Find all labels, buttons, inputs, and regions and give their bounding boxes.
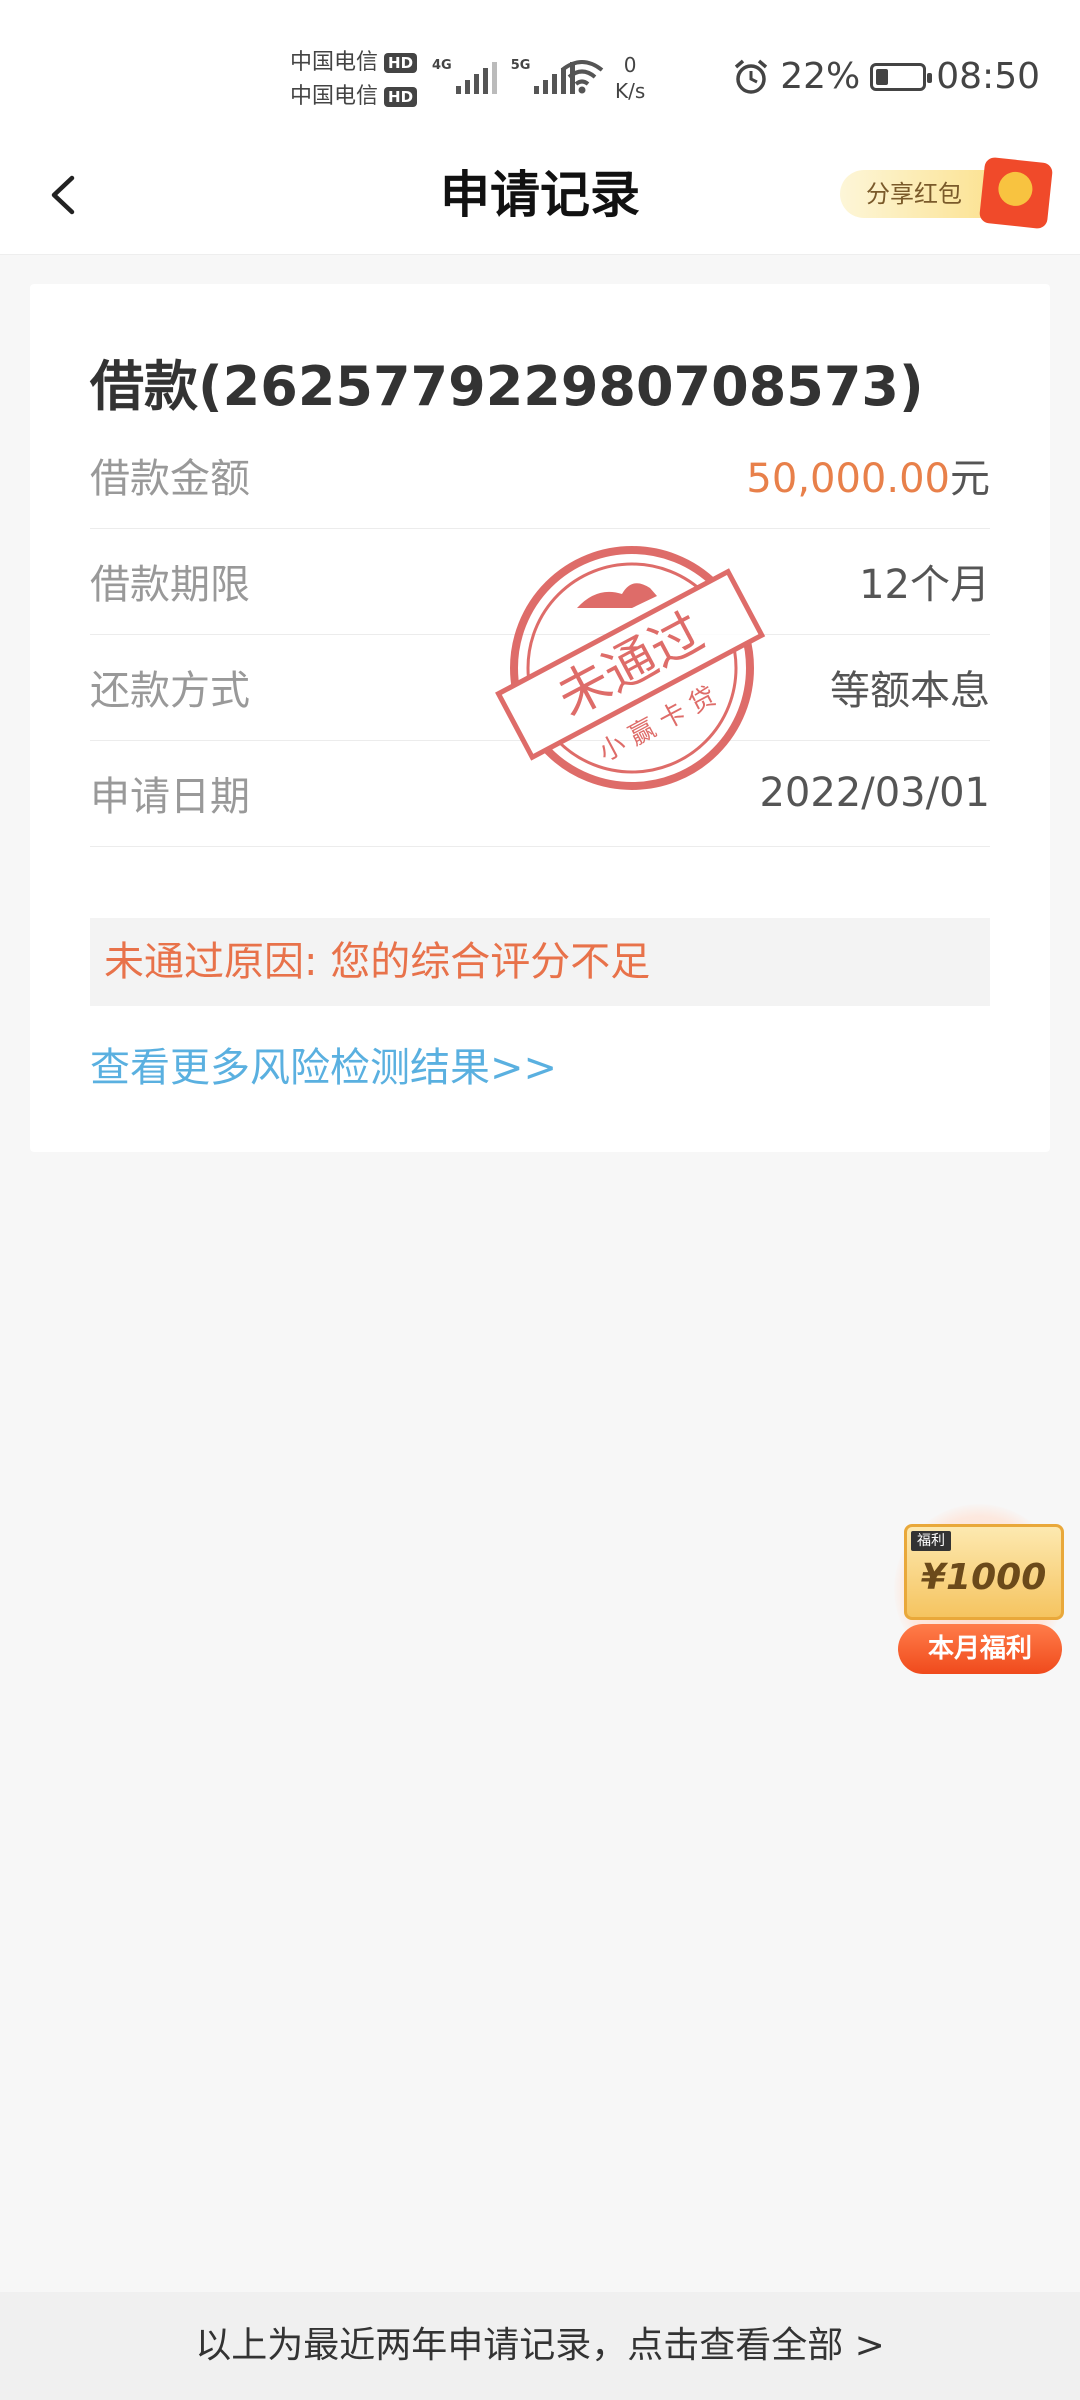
monthly-welfare-button[interactable]: 本月福利 [898, 1624, 1062, 1674]
carrier-info: 中国电信 HD 中国电信 HD [290, 46, 418, 114]
row-value: 50,000.00元 [746, 446, 990, 504]
detail-row-date: 申请日期 2022/03/01 [90, 740, 990, 847]
carrier-2-label: 中国电信 [290, 84, 379, 109]
signal-4g-tag: 4G [432, 58, 452, 73]
row-label: 申请日期 [90, 774, 250, 820]
reject-reason: 未通过原因: 您的综合评分不足 [90, 918, 990, 1006]
row-value: 等额本息 [830, 668, 990, 714]
more-risk-results-link[interactable]: 查看更多风险检测结果>> [90, 1040, 557, 1096]
row-label: 借款期限 [90, 562, 250, 608]
detail-row-amount: 借款金额 50,000.00元 [90, 422, 990, 529]
red-packet-icon [978, 156, 1054, 230]
alarm-icon [735, 59, 768, 94]
net-speed: 0 K/s [615, 52, 645, 104]
signal-4g-icon: 4G [432, 58, 497, 94]
signal-5g-tag: 5G [510, 58, 531, 73]
row-label: 借款金额 [90, 456, 250, 502]
net-speed-unit: K/s [615, 79, 646, 103]
row-value: 12个月 [859, 562, 990, 608]
welfare-amount: ¥1000 [921, 1557, 1047, 1598]
row-value: 2022/03/01 [759, 770, 990, 816]
detail-row-term: 借款期限 12个月 [90, 528, 990, 635]
cell-signals: 4G 5G [432, 58, 576, 94]
battery-percent: 22% [780, 56, 861, 97]
monthly-welfare-widget[interactable]: 福利 ¥1000 本月福利 [884, 1504, 1074, 1694]
net-speed-value: 0 [623, 53, 637, 77]
loan-amount: 50,000.00 [746, 456, 950, 502]
amount-unit: 元 [950, 456, 990, 502]
status-bar: 中国电信 HD 中国电信 HD 4G 5G 0 K/s 22% 08:50 [0, 0, 1080, 140]
hd-badge: HD [384, 53, 418, 73]
status-right: 22% 08:50 [732, 56, 1040, 97]
loan-title: 借款(262577922980708573) [90, 355, 924, 418]
battery-icon [870, 62, 933, 91]
clock-time: 08:50 [936, 56, 1040, 97]
app-header: 申请记录 分享红包 [0, 140, 1080, 255]
carrier-1-label: 中国电信 [290, 50, 379, 75]
wifi-icon [560, 60, 604, 94]
row-label: 还款方式 [90, 668, 250, 714]
welfare-tag: 福利 [911, 1531, 951, 1551]
detail-row-repayment: 还款方式 等额本息 [90, 634, 990, 741]
welfare-coupon: 福利 ¥1000 [904, 1524, 1064, 1620]
share-redpacket-button[interactable]: 分享红包 [840, 156, 1054, 230]
hd-badge: HD [384, 87, 418, 107]
view-all-records-bar[interactable]: 以上为最近两年申请记录，点击查看全部 > [0, 2292, 1080, 2400]
loan-record-card: 借款(262577922980708573) 借款金额 50,000.00元 借… [30, 284, 1050, 1152]
